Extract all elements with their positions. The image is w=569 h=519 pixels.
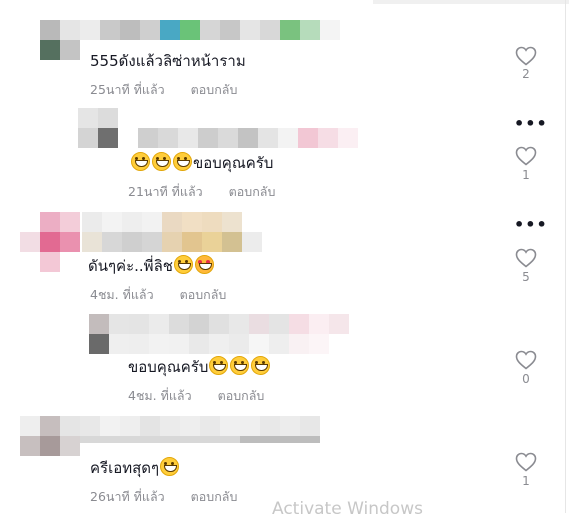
- like-count: 2: [522, 67, 530, 81]
- reply-button[interactable]: ตอบกลับ: [191, 489, 238, 504]
- username-blurred-line: [80, 436, 320, 443]
- comment-text: ขอบคุณครับ: [128, 356, 271, 377]
- right-divider: [565, 0, 566, 513]
- comment-text: ขอบคุณครับ: [130, 152, 273, 173]
- comment-time: 25นาที ที่แล้ว: [90, 82, 165, 97]
- avatar-blurred: [20, 212, 80, 272]
- like-button[interactable]: [515, 452, 537, 472]
- grinning-face-emoji: [230, 356, 250, 375]
- like-button[interactable]: [515, 350, 537, 370]
- heart-outline-icon: [515, 146, 537, 166]
- grinning-face-emoji: [131, 152, 150, 171]
- heart-outline-icon: [515, 452, 537, 472]
- like-count: 5: [522, 270, 530, 284]
- like-button[interactable]: [515, 248, 537, 268]
- comment-time: 21นาที ที่แล้ว: [128, 184, 203, 199]
- grinning-face-emoji: [173, 152, 192, 171]
- avatar-blurred: [40, 20, 80, 60]
- avatar-blurred: [89, 314, 109, 354]
- comment-text-label: ขอบคุณครับ: [193, 154, 274, 172]
- like-count: 1: [522, 474, 530, 488]
- username-blurred: [82, 212, 262, 252]
- username-blurred: [109, 314, 349, 354]
- grinning-face-emoji: [173, 255, 193, 274]
- reply-button[interactable]: ตอบกลับ: [191, 82, 238, 97]
- like-count: 0: [522, 372, 530, 386]
- smiling-face-with-hearts-emoji: [194, 255, 214, 274]
- reply-button[interactable]: ตอบกลับ: [218, 388, 265, 403]
- more-options-icon[interactable]: •••: [514, 217, 548, 233]
- reply-button[interactable]: ตอบกลับ: [180, 287, 227, 302]
- comment-text: 555ดังแล้วลิซ่าหน้าราม: [90, 52, 246, 70]
- username-blurred: [138, 128, 358, 148]
- avatar-blurred: [78, 108, 118, 148]
- username-blurred: [80, 20, 340, 40]
- comment-time: 4ชม. ที่แล้ว: [90, 287, 154, 302]
- username-blurred: [80, 416, 320, 436]
- grinning-face-emoji: [160, 457, 180, 476]
- more-options-icon[interactable]: •••: [514, 116, 548, 132]
- comment-meta: 4ชม. ที่แล้ว ตอบกลับ: [128, 388, 264, 404]
- comment-meta: 25นาที ที่แล้ว ตอบกลับ: [90, 82, 237, 98]
- heart-outline-icon: [515, 350, 537, 370]
- comment-meta: 21นาที ที่แล้ว ตอบกลับ: [128, 184, 275, 200]
- comment-text: ครีเอทสุดๆ: [90, 457, 180, 478]
- grinning-face-emoji: [152, 152, 171, 171]
- avatar-blurred: [20, 416, 80, 456]
- comment-text-label: ดันๆค่ะ..พี่ลิช: [88, 257, 173, 275]
- like-button[interactable]: [515, 146, 537, 166]
- comment-time: 4ชม. ที่แล้ว: [128, 388, 192, 403]
- comment-time: 26นาที ที่แล้ว: [90, 489, 165, 504]
- comment-meta: 4ชม. ที่แล้ว ตอบกลับ: [90, 287, 226, 303]
- heart-outline-icon: [515, 46, 537, 66]
- comment-text: ดันๆค่ะ..พี่ลิช: [88, 255, 215, 276]
- like-button[interactable]: [515, 46, 537, 66]
- reply-button[interactable]: ตอบกลับ: [229, 184, 276, 199]
- comment-meta: 26นาที ที่แล้ว ตอบกลับ: [90, 489, 237, 505]
- grinning-face-emoji: [251, 356, 271, 375]
- comment-text-label: ครีเอทสุดๆ: [90, 459, 160, 477]
- grinning-face-emoji: [209, 356, 229, 375]
- activate-windows-watermark: Activate Windows: [272, 499, 423, 519]
- top-divider: [373, 0, 569, 4]
- comment-text-label: ขอบคุณครับ: [128, 358, 209, 376]
- like-count: 1: [522, 168, 530, 182]
- heart-outline-icon: [515, 248, 537, 268]
